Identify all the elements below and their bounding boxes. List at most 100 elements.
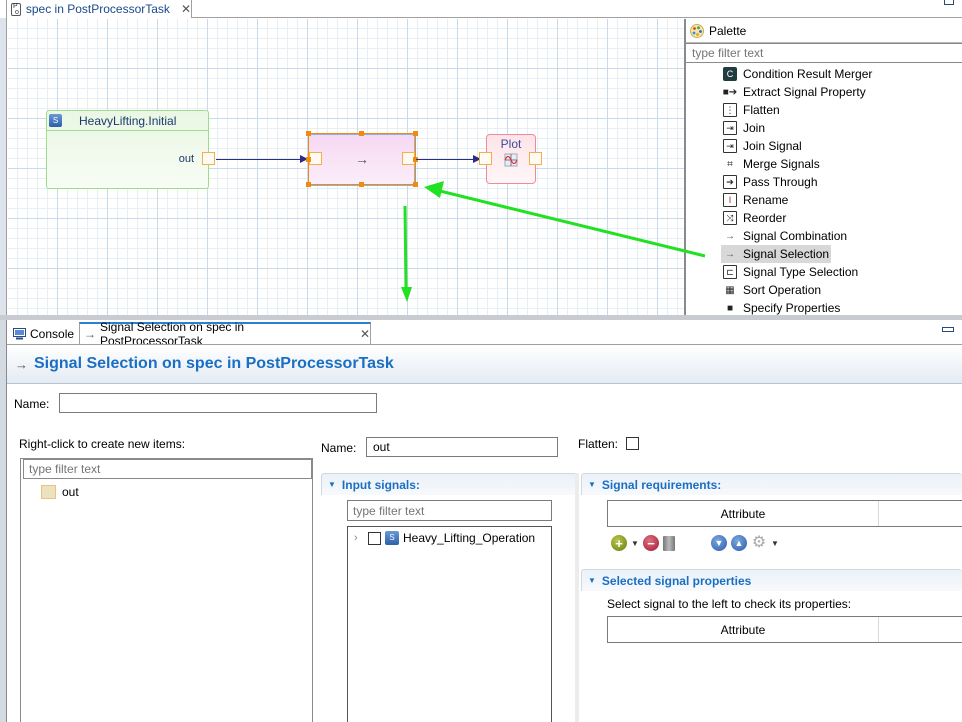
input-signals-list: › S Heavy_Lifting_Operation xyxy=(347,526,552,722)
add-icon[interactable]: + xyxy=(611,535,627,551)
move-up-icon[interactable]: ▲ xyxy=(731,535,747,551)
minimize-button[interactable] xyxy=(942,327,954,332)
tree-item-out[interactable]: out xyxy=(41,485,79,499)
signal-badge-icon: S xyxy=(49,114,62,127)
signal-selection-icon: → xyxy=(725,248,735,260)
close-icon[interactable]: ✕ xyxy=(360,327,370,341)
palette-item-join-signal[interactable]: ⇥ Join Signal xyxy=(686,137,962,155)
section-title: Input signals: xyxy=(341,477,420,492)
palette-item-condition-result-merger[interactable]: C Condition Result Merger xyxy=(686,65,962,83)
palette-filter-input[interactable] xyxy=(686,43,962,63)
signal-combination-icon: → xyxy=(725,230,735,242)
extract-icon: ■➔ xyxy=(722,86,738,98)
selection-outline xyxy=(308,133,416,185)
signal-row[interactable]: › S Heavy_Lifting_Operation xyxy=(354,531,535,545)
remove-icon[interactable]: − xyxy=(643,535,659,551)
close-icon[interactable]: ✕ xyxy=(181,2,191,16)
resize-handle[interactable] xyxy=(359,182,364,187)
section-title: Selected signal properties xyxy=(601,573,752,588)
move-down-icon[interactable]: ▼ xyxy=(711,535,727,551)
join-signal-icon: ⇥ xyxy=(723,139,737,153)
node-title: HeavyLifting.Initial xyxy=(79,113,177,128)
tree-item-label: out xyxy=(62,485,79,499)
palette-item-label: Merge Signals xyxy=(743,157,820,171)
item-folder-icon xyxy=(41,485,56,499)
tab-console[interactable]: Console xyxy=(9,323,81,345)
signal-requirements-section-header[interactable]: ▼ Signal requirements: xyxy=(581,473,962,495)
palette-item-join[interactable]: ⇥ Join xyxy=(686,119,962,137)
configure-dropdown-icon[interactable]: ▼ xyxy=(771,539,779,548)
items-tree-panel: out xyxy=(20,458,313,722)
rename-icon: I xyxy=(723,193,737,207)
form-header: → Signal Selection on spec in PostProces… xyxy=(7,345,962,384)
left-frame xyxy=(0,18,7,316)
input-signals-filter-input[interactable] xyxy=(347,500,552,521)
left-frame xyxy=(0,320,7,722)
name-input[interactable] xyxy=(59,393,377,413)
palette-item-signal-selection[interactable]: → Signal Selection xyxy=(686,245,962,263)
node-title: Plot xyxy=(500,137,522,151)
palette-item-merge-signals[interactable]: ⌗ Merge Signals xyxy=(686,155,962,173)
collapse-icon[interactable]: ▼ xyxy=(588,480,596,489)
section-sash[interactable] xyxy=(575,473,579,722)
column-header-attribute[interactable]: Attribute xyxy=(608,617,879,642)
palette-item-signal-combination[interactable]: → Signal Combination xyxy=(686,227,962,245)
editor-tab-spec[interactable]: P o spec in PostProcessorTask ✕ xyxy=(6,0,192,18)
column-header-attribute[interactable]: Attribute xyxy=(608,501,879,526)
palette-item-specify-properties[interactable]: ■ Specify Properties xyxy=(686,299,962,315)
palette-item-signal-type-selection[interactable]: ⊏ Signal Type Selection xyxy=(686,263,962,281)
collapse-icon[interactable]: ▼ xyxy=(328,480,336,489)
palette-panel: Palette CCondition Result Merger ■➔Extra… xyxy=(686,19,962,315)
palette-item-label: Rename xyxy=(743,193,789,207)
add-dropdown-icon[interactable]: ▼ xyxy=(631,539,639,548)
palette-item-reorder[interactable]: ⤨ Reorder xyxy=(686,209,962,227)
tab-signal-selection[interactable]: → Signal Selection on spec in PostProces… xyxy=(79,320,371,348)
output-port-out[interactable] xyxy=(202,152,215,165)
selected-signal-properties-table: Attribute xyxy=(607,616,962,643)
column-header-value[interactable] xyxy=(879,617,962,642)
minimize-button[interactable] xyxy=(944,0,954,5)
form-title: Signal Selection on spec in PostProcesso… xyxy=(34,355,394,372)
palette-item-label: Signal Combination xyxy=(743,229,848,243)
connection-initial-to-selection[interactable] xyxy=(216,159,306,160)
collapse-icon[interactable]: ▼ xyxy=(588,576,596,585)
signal-label: Heavy_Lifting_Operation xyxy=(403,531,536,545)
resize-handle[interactable] xyxy=(413,182,418,187)
flatten-checkbox[interactable] xyxy=(626,437,639,450)
plot-icon xyxy=(504,153,518,167)
resize-handle[interactable] xyxy=(413,131,418,136)
resize-handle[interactable] xyxy=(306,131,311,136)
output-port[interactable] xyxy=(529,152,542,165)
palette-item-flatten[interactable]: ⋮ Flatten xyxy=(686,101,962,119)
signal-selection-icon: → xyxy=(15,356,28,372)
palette-item-rename[interactable]: I Rename xyxy=(686,191,962,209)
signal-checkbox[interactable] xyxy=(368,531,381,545)
palette-header: Palette xyxy=(686,19,962,43)
diagram-canvas[interactable]: S HeavyLifting.Initial out → Plot xyxy=(8,19,684,315)
palette-title: Palette xyxy=(709,23,747,38)
palette-item-label: Flatten xyxy=(743,103,780,117)
tab-label: Console xyxy=(30,327,75,341)
palette-item-extract-signal-property[interactable]: ■➔ Extract Signal Property xyxy=(686,83,962,101)
chevron-right-icon[interactable]: › xyxy=(354,532,364,544)
palette-item-pass-through[interactable]: ➔ Pass Through xyxy=(686,173,962,191)
items-hint: Right-click to create new items: xyxy=(19,437,186,451)
delete-icon[interactable] xyxy=(663,535,675,551)
selected-signal-properties-section-header[interactable]: ▼ Selected signal properties xyxy=(581,569,962,591)
palette-item-label: Signal Type Selection xyxy=(743,265,859,279)
node-heavylifting-initial[interactable]: S HeavyLifting.Initial out xyxy=(46,110,209,189)
view-tab-bar: Console → Signal Selection on spec in Po… xyxy=(7,320,962,348)
column-header-value[interactable] xyxy=(879,501,962,526)
input-signals-section-header[interactable]: ▼ Input signals: xyxy=(321,473,577,495)
palette-item-label: Join xyxy=(743,121,766,135)
detail-name-input[interactable] xyxy=(366,437,558,457)
selected-signal-hint: Select signal to the left to check its p… xyxy=(607,597,852,611)
configure-icon[interactable]: ⚙ xyxy=(751,535,767,551)
resize-handle[interactable] xyxy=(306,182,311,187)
items-filter-input[interactable] xyxy=(23,459,312,479)
requirements-toolbar: + ▼ − ▼ ▲ ⚙ ▼ xyxy=(611,535,779,551)
palette-item-sort-operation[interactable]: ▦ Sort Operation xyxy=(686,281,962,299)
resize-handle[interactable] xyxy=(306,157,311,162)
resize-handle[interactable] xyxy=(359,131,364,136)
input-port[interactable] xyxy=(479,152,492,165)
